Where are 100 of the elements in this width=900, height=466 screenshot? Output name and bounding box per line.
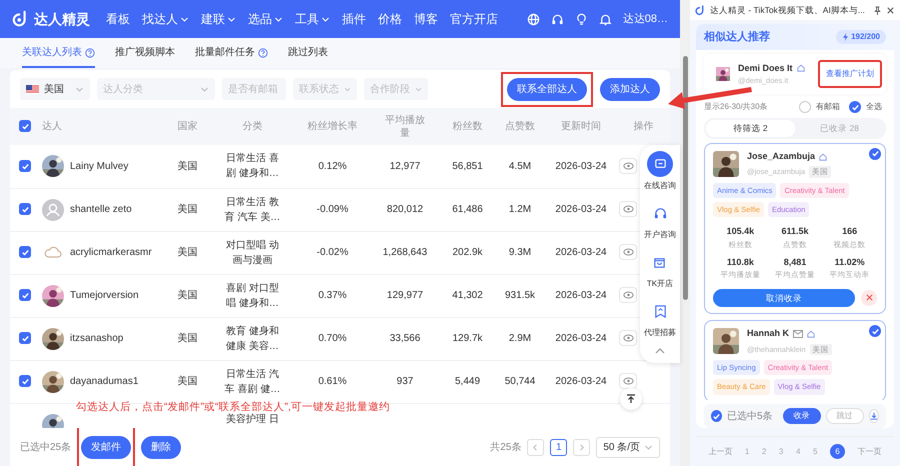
table-cell: 12,977 [390,160,420,172]
creator-name[interactable]: itzsanashop [70,331,124,346]
nav-link[interactable]: 找达人 [136,10,195,28]
stat-value: 611.5k [780,225,810,238]
page-button[interactable]: 1 [550,438,568,456]
page-size-select[interactable]: 50 条/页 [596,436,660,458]
table-cell: -0.02% [316,247,348,258]
table-cell: 129.7k [452,333,483,344]
tab[interactable]: 关联达人列表 [22,45,95,68]
table-cell: 56,851 [452,160,483,172]
table-cell: 33,566 [390,333,420,344]
column-header: 国家 [176,120,198,133]
column-header: 更新时间 [560,120,602,133]
nav-link[interactable]: 选品 [242,10,289,28]
nav-link[interactable]: 建联 [195,10,242,28]
table-cell: 0.12% [318,160,347,172]
table-cell: 931.5k [504,290,536,301]
table-cell: 41,302 [452,290,483,301]
footer-button[interactable]: 删除 [141,436,182,458]
bulk-button[interactable]: 收录 [782,408,821,424]
creator-name[interactable]: Lainy Mulvey [70,158,128,174]
table-cell: 2026-03-24 [555,290,607,301]
table-cell: 4.5M [508,160,532,172]
table-cell: 2026-03-24 [555,376,607,387]
table-cell: 9.3M [508,247,532,258]
bulk-button[interactable]: 跳过 [826,408,864,424]
nav-link[interactable]: 工具 [289,10,336,28]
table-cell: 美国 [178,376,198,387]
nav-link[interactable]: 博客 [408,10,444,28]
page-link[interactable]: 上一页 [708,446,732,458]
table-cell-text: 日常生活 喜剧 健身和… [225,152,280,182]
quota-badge: 192/200 [836,30,886,44]
table-cell-text: 对口型唱 动画与漫画 [225,238,280,268]
action-button[interactable]: 添加达人 [600,78,660,100]
brand-name[interactable]: 达人精灵 [34,8,90,30]
creator-name[interactable]: shantelle zeto [70,202,132,217]
table-cell: 820,012 [386,204,424,215]
remove-button[interactable]: 取消收录 [713,288,855,308]
table-cell: 美国 [178,333,198,344]
table-cell: 937 [396,376,414,387]
creator-name[interactable]: Hannah K [747,327,790,341]
table-cell: 202.9k [452,247,483,258]
table-cell: 129,977 [386,290,424,301]
table-cell: 美国 [178,247,198,258]
table-cell: 美国 [178,204,198,215]
table-cell: 0.37% [318,290,347,301]
selection-count: 已选中25条 [20,440,72,454]
creator-name[interactable]: Jose_Azambuja [747,150,816,164]
stat-value: 110.8k [726,256,755,269]
widget-button[interactable]: TK开店 [646,249,674,290]
total-count: 共25条 [490,440,522,454]
annotation-text: 勾选达人后，点击“发邮件”或“联系全部达人”,可一键发起批量邀约 [76,400,390,414]
stat-value: 11.02% [834,256,866,269]
user-name[interactable]: 达达08… [622,10,668,28]
page-link[interactable]: 下一页 [858,446,882,458]
column-header: 粉丝数 [452,120,484,133]
column-header: 粉丝增长率 [306,120,358,133]
table-cell: 2026-03-24 [555,204,607,215]
creator-name[interactable]: acrylicmarkerasmr [70,245,152,260]
selection-count: 已选中5条 [727,410,773,424]
nav-link[interactable]: 插件 [336,10,372,28]
table-cell-text: 日常生活 汽车 喜剧 健… [224,368,282,396]
table-cell: 1.2M [508,204,532,215]
tab[interactable]: 待筛选 2 [706,120,795,137]
footer-button[interactable]: 发邮件 [81,436,132,458]
column-header: 分类 [242,120,264,133]
creator-name[interactable]: Tumejorversion [70,288,139,303]
creator-name[interactable]: dayanadumas1 [70,374,138,389]
table-cell-text: 教育 健身和健康 美容… [225,324,280,354]
table-cell: 50,744 [504,376,536,387]
widget-button[interactable]: 开户咨询 [644,200,676,241]
table-cell: 5,449 [454,376,480,387]
stat-value: 105.4k [726,225,756,238]
column-header: 达人 [42,120,63,133]
action-button[interactable]: 联系全部达人 [507,78,587,100]
table-cell-text: 美容护理 日 [225,412,280,426]
page-button[interactable]: 6 [830,444,846,459]
widget-button[interactable]: 代理招募 [644,298,676,339]
nav-link[interactable]: 看板 [100,10,136,28]
creator-name: Demi Does It [738,62,793,75]
stat-value: 8,481 [782,256,808,269]
select-field[interactable]: 美国 [20,78,90,100]
table-cell: 2026-03-24 [555,247,607,258]
stat-value: 166 [841,225,858,238]
tab[interactable]: 跳过列表 [288,45,328,68]
range-text: 显示26-30/共30条 [704,101,768,113]
option-label: 有邮箱 [816,101,840,113]
table-cell: 美国 [178,290,198,301]
table-cell: 1,268,643 [382,247,428,258]
column-header: 点赞数 [504,120,536,133]
table-cell: -0.09% [316,204,348,215]
table-cell-text: 日常生活 教育 汽车 美… [224,196,282,224]
nav-link[interactable]: 官方开店 [444,10,504,28]
nav-link[interactable]: 价格 [372,10,408,28]
column-header: 平均播放量 [385,114,425,140]
table-cell: 2026-03-24 [555,333,607,344]
tab[interactable]: 批量邮件任务 [195,45,268,68]
tab[interactable]: 推广视频脚本 [115,45,175,68]
table-cell: 美国 [178,160,198,172]
table-cell: 2026-03-24 [555,160,607,172]
